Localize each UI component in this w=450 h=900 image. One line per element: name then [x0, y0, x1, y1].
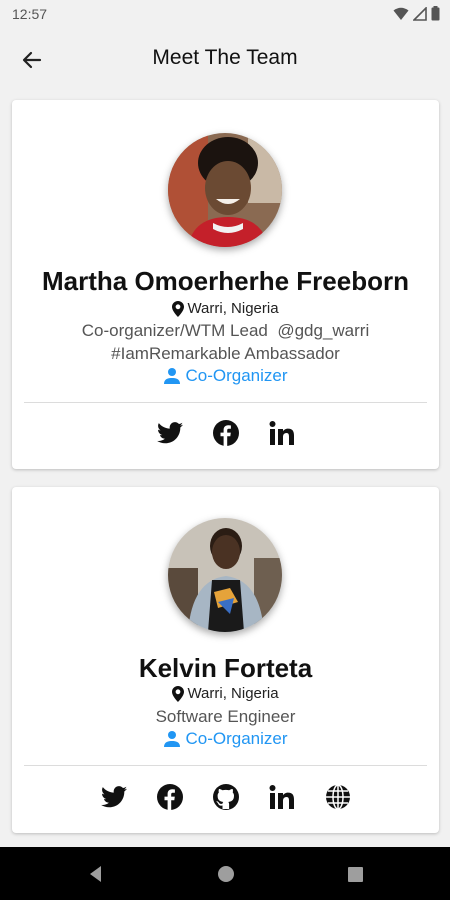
github-icon — [212, 784, 239, 810]
bio-line: Software Engineer — [155, 707, 296, 726]
location-text: Warri, Nigeria — [187, 685, 279, 702]
status-icons — [393, 6, 440, 21]
role-text: Co-Organizer — [185, 729, 288, 748]
divider — [24, 402, 427, 403]
member-bio: Co-organizer/WTM Lead @gdg_warri #IamRem… — [12, 319, 439, 365]
social-links — [12, 783, 439, 811]
member-name: Martha Omoerherhe Freeborn — [42, 266, 409, 296]
member-location: Warri, Nigeria — [12, 685, 439, 702]
facebook-icon — [156, 784, 183, 810]
linkedin-icon — [269, 785, 294, 809]
twitter-icon — [156, 422, 183, 444]
avatar — [168, 133, 282, 247]
system-nav-bar — [0, 847, 450, 900]
page-title: Meet The Team — [152, 46, 298, 69]
person-icon — [164, 731, 181, 747]
bio-line: #IamRemarkable Ambassador — [111, 344, 340, 363]
person-icon — [164, 368, 181, 384]
bio-line: Co-organizer/WTM Lead @gdg_warri — [81, 321, 370, 340]
member-location: Warri, Nigeria — [12, 300, 439, 317]
location-pin-icon — [172, 685, 185, 702]
member-role: Co-Organizer — [12, 366, 439, 386]
team-member-card: Kelvin Forteta Warri, Nigeria Software E… — [12, 487, 439, 833]
team-member-card: Martha Omoerherhe Freeborn Warri, Nigeri… — [12, 100, 439, 469]
signal-icon — [413, 6, 427, 21]
app-bar: Meet The Team — [0, 28, 450, 90]
location-pin-icon — [172, 300, 185, 317]
member-name: Kelvin Forteta — [138, 653, 313, 683]
twitter-button[interactable] — [156, 419, 184, 447]
twitter-button[interactable] — [100, 783, 128, 811]
battery-icon — [431, 6, 440, 21]
nav-back-icon[interactable] — [86, 864, 106, 884]
facebook-button[interactable] — [212, 419, 240, 447]
nav-recents-icon[interactable] — [345, 864, 365, 884]
member-role: Co-Organizer — [12, 729, 439, 749]
github-button[interactable] — [212, 783, 240, 811]
member-bio: Software Engineer — [12, 705, 439, 728]
social-links — [12, 419, 439, 447]
nav-home-icon[interactable] — [216, 864, 236, 884]
role-text: Co-Organizer — [185, 366, 288, 385]
status-bar: 12:57 — [0, 0, 450, 28]
website-button[interactable] — [324, 783, 352, 811]
status-time: 12:57 — [12, 6, 48, 22]
facebook-icon — [212, 420, 239, 446]
linkedin-button[interactable] — [268, 783, 296, 811]
linkedin-button[interactable] — [268, 419, 296, 447]
facebook-button[interactable] — [156, 783, 184, 811]
wifi-icon — [393, 7, 409, 20]
twitter-icon — [100, 786, 127, 808]
divider — [24, 765, 427, 766]
globe-icon — [325, 784, 350, 810]
linkedin-icon — [269, 421, 294, 445]
location-text: Warri, Nigeria — [187, 300, 279, 317]
avatar — [168, 518, 282, 632]
